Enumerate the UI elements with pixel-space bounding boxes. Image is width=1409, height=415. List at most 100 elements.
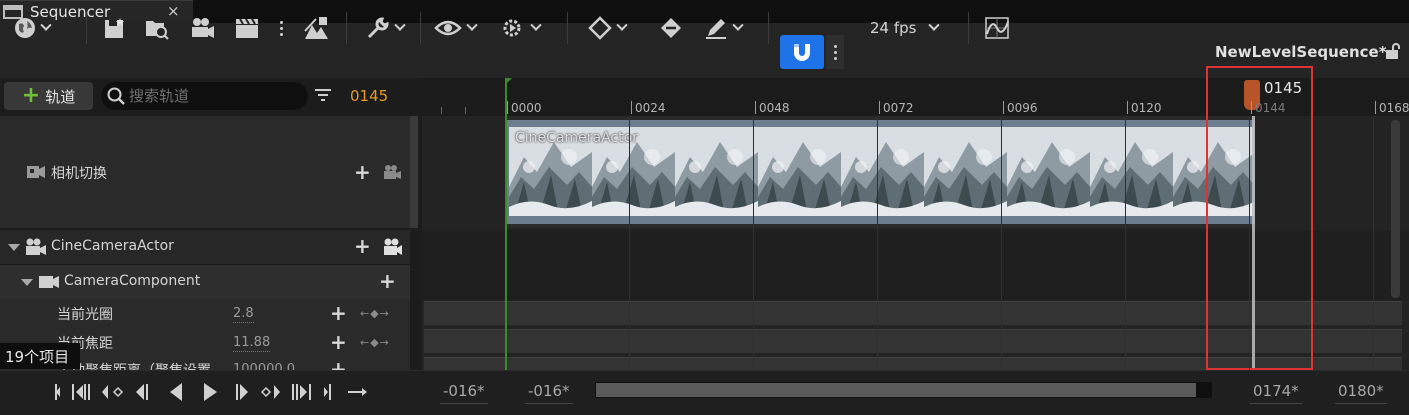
- save-icon: [105, 18, 124, 38]
- camera-thumbnail: [1090, 127, 1173, 216]
- search-box[interactable]: [101, 82, 308, 110]
- diamond-key-icon: [661, 18, 681, 38]
- ruler-major-tick: [1251, 101, 1252, 114]
- magnet-icon: [794, 44, 810, 61]
- folder-search-icon: [146, 21, 169, 40]
- view-range-start[interactable]: -016*: [440, 382, 488, 404]
- previous-keyframe-icon[interactable]: [102, 385, 124, 399]
- camera-thumbnail: [924, 127, 1007, 216]
- add-property-button[interactable]: +: [379, 271, 396, 291]
- grid-line: [1125, 116, 1126, 370]
- loop-mode-icon[interactable]: [348, 388, 367, 396]
- timeline-vertical-scrollbar[interactable]: [1391, 120, 1400, 298]
- aperture-value[interactable]: 2.8: [233, 306, 254, 323]
- view-options-button[interactable]: [434, 14, 478, 42]
- key-group-button[interactable]: [659, 14, 683, 42]
- key-interpolation-button[interactable]: [588, 14, 628, 42]
- snap-toggle-button[interactable]: [780, 35, 824, 69]
- jump-to-next-key-icon[interactable]: [292, 384, 311, 400]
- globe-icon: [15, 18, 35, 38]
- next-keyframe-icon[interactable]: [260, 385, 280, 399]
- ruler-minor-tick: [441, 107, 442, 114]
- cine-camera-actor-label: CineCameraActor: [51, 238, 174, 254]
- camera-cut-icon: [27, 166, 45, 178]
- ruler-major-tick: [1127, 101, 1128, 114]
- view-range-end[interactable]: 0180*: [1335, 382, 1387, 404]
- camera-thumbnail: [758, 127, 841, 216]
- camera-component-row[interactable]: CameraComponent +: [0, 265, 410, 299]
- key-navigation-icon[interactable]: ←◆→: [360, 336, 390, 349]
- cine-camera-icon: [26, 238, 46, 255]
- grid-line: [1001, 116, 1002, 370]
- ruler-tick-label: 0048: [759, 101, 790, 115]
- collapse-arrow-icon[interactable]: [8, 244, 20, 251]
- actor-to-sequencer-button[interactable]: [302, 14, 330, 42]
- ruler-major-tick: [879, 101, 880, 114]
- camera-button[interactable]: [190, 14, 216, 42]
- playback-range-end[interactable]: 0174*: [1250, 382, 1302, 404]
- add-track-to-actor-button[interactable]: +: [354, 236, 371, 256]
- aperture-label: 当前光圈: [57, 307, 113, 323]
- playback-start-marker[interactable]: [505, 78, 507, 370]
- ruler-major-tick: [631, 101, 632, 114]
- ruler-tick-label: 0096: [1007, 101, 1038, 115]
- playback-options-button[interactable]: [500, 14, 542, 42]
- grid-line: [753, 116, 754, 370]
- browse-sequence-button[interactable]: [144, 14, 170, 42]
- sequence-name: NewLevelSequence*: [1215, 43, 1387, 61]
- add-key-button[interactable]: +: [330, 303, 347, 323]
- more-options-button[interactable]: [279, 14, 283, 42]
- jump-to-end-icon[interactable]: [324, 384, 331, 400]
- save-sequence-button[interactable]: [103, 14, 127, 42]
- camera-component-icon: [39, 276, 59, 288]
- scrollbar-track: [410, 228, 418, 370]
- world-menu-button[interactable]: [14, 14, 52, 42]
- lock-button[interactable]: [1385, 42, 1401, 64]
- step-back-icon[interactable]: [136, 384, 148, 400]
- grid-line: [629, 116, 630, 370]
- playback-range-start[interactable]: -016*: [525, 382, 573, 404]
- transport-controls[interactable]: [52, 380, 372, 404]
- curve-editor-button[interactable]: [984, 14, 1010, 42]
- search-input[interactable]: [129, 87, 299, 105]
- ruler-minor-tick: [465, 107, 466, 114]
- filter-button[interactable]: [314, 87, 332, 107]
- edit-mode-button[interactable]: [704, 14, 744, 42]
- camera-lock-icon[interactable]: [383, 164, 403, 180]
- timeline-scrollbar-thumb[interactable]: [596, 383, 1196, 397]
- track-list-scrollbar[interactable]: [410, 116, 418, 228]
- add-camera-cut-button[interactable]: +: [354, 162, 371, 182]
- cine-camera-actor-row[interactable]: CineCameraActor +: [0, 230, 410, 264]
- add-track-label: 轨道: [45, 87, 76, 106]
- camera-cuts-row[interactable]: 相机切换 +: [0, 116, 410, 228]
- ruler-major-tick: [1003, 101, 1004, 114]
- wrench-icon: [367, 17, 389, 39]
- add-key-button[interactable]: +: [330, 332, 347, 352]
- current-frame-field[interactable]: 0145: [350, 87, 388, 105]
- step-forward-icon[interactable]: [236, 384, 248, 400]
- key-navigation-icon[interactable]: ←◆→: [360, 307, 390, 320]
- play-reverse-icon[interactable]: [170, 383, 182, 401]
- camera-cuts-label: 相机切换: [51, 166, 107, 182]
- ruler-major-tick: [755, 101, 756, 114]
- play-icon[interactable]: [204, 383, 217, 401]
- add-track-button[interactable]: + 轨道: [4, 82, 93, 110]
- pencil-icon: [706, 19, 726, 39]
- clip-label: CineCameraActor: [515, 130, 638, 146]
- clapperboard-icon: [236, 18, 258, 38]
- camera-lock-icon[interactable]: [383, 238, 403, 256]
- item-count-tooltip: 19个项目: [0, 343, 80, 369]
- camera-thumbnail: [675, 127, 758, 216]
- jump-to-previous-key-icon[interactable]: [72, 384, 90, 400]
- frame-rate-dropdown[interactable]: 24 fps: [870, 14, 941, 42]
- tools-menu-button[interactable]: [366, 14, 406, 42]
- snap-options-button[interactable]: [826, 35, 844, 69]
- render-movie-button[interactable]: [234, 14, 260, 42]
- diamond-icon: [588, 16, 612, 40]
- more-icon: [833, 44, 837, 60]
- collapse-arrow-icon[interactable]: [21, 279, 33, 286]
- camera-component-label: CameraComponent: [64, 273, 201, 289]
- ruler-tick-label: 0144: [1255, 101, 1286, 115]
- focal-length-value[interactable]: 11.88: [233, 335, 271, 352]
- aperture-row[interactable]: 当前光圈 2.8 + ←◆→: [0, 299, 410, 327]
